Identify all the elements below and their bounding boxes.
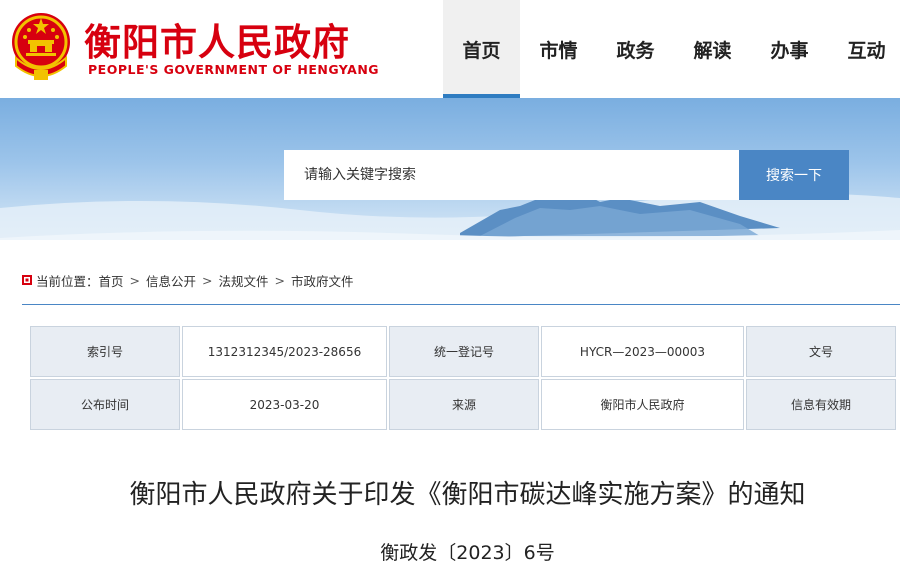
national-emblem-icon[interactable]: [8, 10, 74, 84]
breadcrumb-separator: >: [202, 272, 213, 288]
document-info-table: 索引号 1312312345/2023-28656 统一登记号 HYCR—202…: [28, 324, 898, 432]
nav-item-government-affairs[interactable]: 政务: [597, 0, 674, 98]
nav-item-home[interactable]: 首页: [443, 0, 520, 98]
table-row: 公布时间 2023-03-20 来源 衡阳市人民政府 信息有效期: [30, 379, 896, 430]
location-icon: [22, 275, 32, 285]
table-cell-label: 文号: [746, 326, 896, 377]
nav-item-interaction[interactable]: 互动: [828, 0, 900, 98]
site-subtitle: PEOPLE'S GOVERNMENT OF HENGYANG: [88, 62, 380, 77]
main-nav: 首页 市情 政务 解读 办事 互动: [443, 0, 900, 98]
breadcrumb-city-documents[interactable]: 市政府文件: [291, 271, 354, 290]
search-input[interactable]: [284, 150, 739, 200]
table-cell-value: 1312312345/2023-28656: [182, 326, 387, 377]
breadcrumb-separator: >: [129, 272, 141, 288]
table-cell-value: 衡阳市人民政府: [541, 379, 744, 430]
document-title: 衡阳市人民政府关于印发《衡阳市碳达峰实施方案》的通知: [129, 480, 806, 510]
breadcrumb: 当前位置： 首页 > 信息公开 > 法规文件 > 市政府文件: [22, 271, 354, 289]
table-cell-value: HYCR—2023—00003: [541, 326, 744, 377]
search-button[interactable]: 搜索一下: [739, 150, 849, 200]
table-cell-label: 索引号: [30, 326, 180, 377]
nav-item-services[interactable]: 办事: [751, 0, 828, 98]
document-number: 衡政发〔2023〕6号: [380, 542, 555, 564]
breadcrumb-divider: [22, 304, 900, 305]
table-row: 索引号 1312312345/2023-28656 统一登记号 HYCR—202…: [30, 326, 896, 377]
breadcrumb-separator: >: [274, 272, 286, 288]
breadcrumb-info-disclosure[interactable]: 信息公开: [146, 271, 196, 290]
nav-item-city-info[interactable]: 市情: [520, 0, 597, 98]
search-banner: 搜索一下: [0, 98, 900, 240]
nav-item-interpretation[interactable]: 解读: [674, 0, 751, 98]
site-header: 衡阳市人民政府 PEOPLE'S GOVERNMENT OF HENGYANG …: [0, 0, 900, 98]
breadcrumb-regulations[interactable]: 法规文件: [219, 271, 269, 290]
breadcrumb-prefix: 当前位置：: [36, 273, 99, 289]
table-cell-label: 统一登记号: [389, 326, 539, 377]
breadcrumb-home[interactable]: 首页: [99, 271, 124, 290]
table-cell-value: 2023-03-20: [182, 379, 387, 430]
table-cell-label: 公布时间: [30, 379, 180, 430]
table-cell-label: 信息有效期: [746, 379, 896, 430]
site-title[interactable]: 衡阳市人民政府: [84, 12, 350, 66]
table-cell-label: 来源: [389, 379, 539, 430]
